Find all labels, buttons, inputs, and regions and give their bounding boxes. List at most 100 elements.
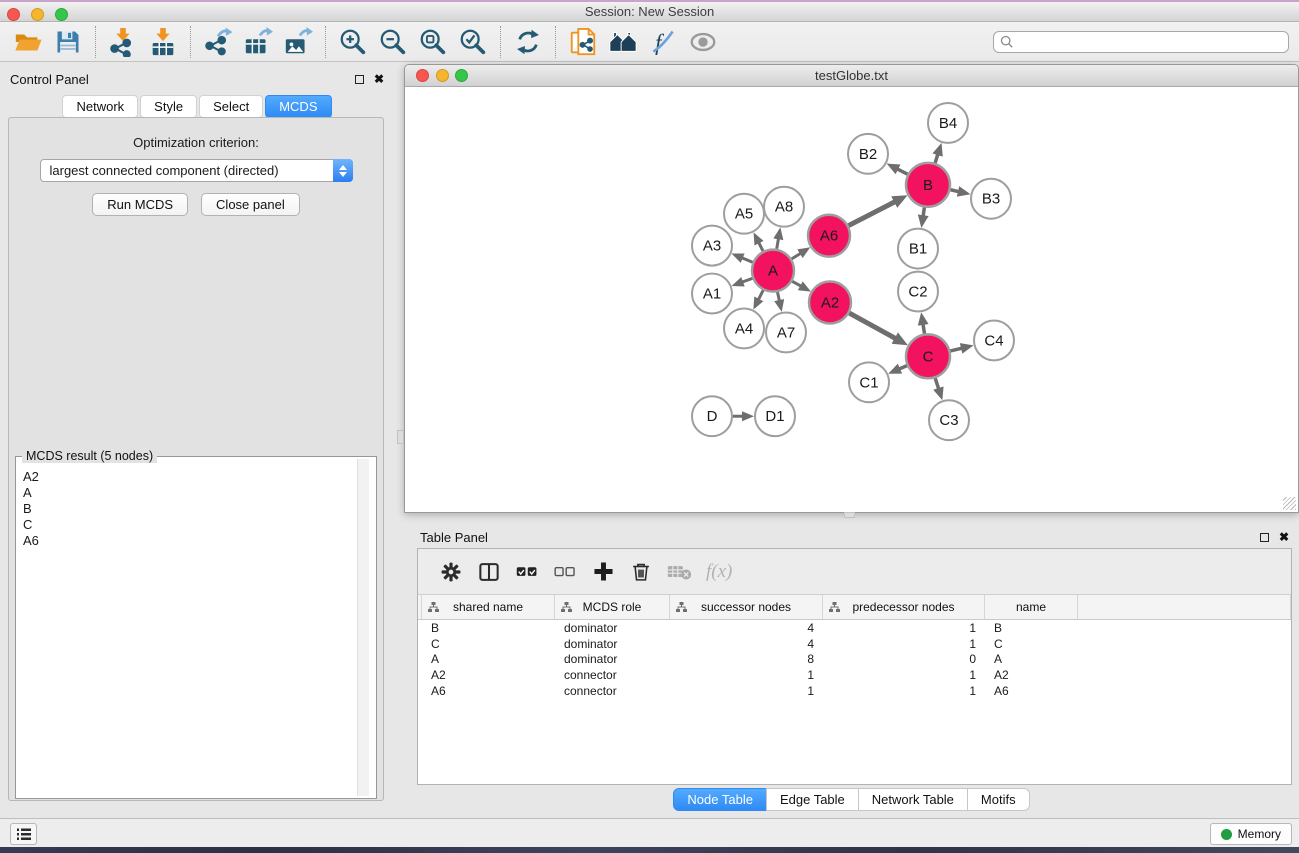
save-session-icon[interactable] [51,25,85,59]
clone-network-icon[interactable] [566,25,600,59]
minimize-network-window-button[interactable] [436,69,449,82]
zoom-window-button[interactable] [55,8,68,21]
table-panel-tabs: Node Table Edge Table Network Table Moti… [404,788,1299,811]
dropdown-stepper-icon [333,159,353,182]
zoom-in-icon[interactable] [336,25,370,59]
column-header-name[interactable]: name [985,595,1078,619]
svg-text:A3: A3 [703,238,721,255]
network-canvas[interactable]: AA1A2A3A4A5A6A7A8BB1B2B3B4CC1C2C3C4DD1 [405,87,1298,512]
column-header-empty [1078,595,1291,619]
desktop-wallpaper-strip [0,847,1299,853]
close-panel-button[interactable]: Close panel [201,193,300,216]
column-type-icon [428,602,439,612]
list-icon [17,828,31,841]
float-table-panel-icon[interactable] [1260,533,1269,542]
table-panel-title: Table Panel [420,530,488,545]
tab-edge-table[interactable]: Edge Table [766,788,859,811]
tab-network[interactable]: Network [62,95,138,118]
column-header-mcds-role[interactable]: MCDS role [555,595,670,619]
resize-grip-icon[interactable] [1283,497,1296,510]
svg-text:C2: C2 [908,284,927,301]
open-session-icon[interactable] [11,25,45,59]
export-image-icon[interactable] [281,25,315,59]
zoom-selected-icon[interactable] [456,25,490,59]
table-row[interactable]: A dominator 8 0 A [418,651,1291,667]
criterion-value: largest connected component (directed) [50,163,279,178]
table-row[interactable]: A6 connector 1 1 A6 [418,683,1291,699]
show-hide-icon[interactable] [686,25,720,59]
delete-columns-icon[interactable] [628,559,654,585]
svg-text:B3: B3 [982,191,1000,208]
close-window-button[interactable] [7,8,20,21]
app-title: Session: New Session [0,2,1299,21]
control-panel-tabs: Network Style Select MCDS [0,95,394,118]
refresh-layout-icon[interactable] [511,25,545,59]
result-item[interactable]: A [23,485,368,501]
horizontal-splitter-handle[interactable] [844,512,855,518]
tab-network-table[interactable]: Network Table [858,788,968,811]
search-icon [1000,35,1014,49]
toggle-graphics-details-icon[interactable]: f [646,25,680,59]
export-network-icon[interactable] [201,25,235,59]
svg-text:D1: D1 [765,408,784,425]
import-network-icon[interactable] [106,25,140,59]
memory-button[interactable]: Memory [1210,823,1292,845]
table-row[interactable]: C dominator 4 1 C [418,636,1291,652]
node-table-container: f(x) shared name MCDS role successor nod… [417,548,1292,785]
svg-text:A4: A4 [735,320,753,337]
status-bar: Memory [0,818,1299,847]
show-columns-icon[interactable] [476,559,502,585]
vertical-splitter-handle[interactable] [397,430,404,444]
import-table-icon[interactable] [146,25,180,59]
select-all-columns-icon[interactable] [514,559,540,585]
svg-text:C: C [923,348,934,365]
float-panel-icon[interactable] [355,75,364,84]
result-item[interactable]: B [23,501,368,517]
show-log-button[interactable] [10,823,37,845]
search-box[interactable] [993,31,1289,53]
close-table-panel-icon[interactable]: ✖ [1279,532,1289,542]
network-window-controls [416,69,468,82]
mcds-result-list[interactable]: A2 A B C A6 [16,457,376,549]
tab-motifs[interactable]: Motifs [967,788,1030,811]
table-settings-gear-icon[interactable] [438,559,464,585]
column-header-predecessor-nodes[interactable]: predecessor nodes [823,595,985,619]
tab-style[interactable]: Style [140,95,197,118]
network-window-titlebar[interactable]: testGlobe.txt [405,65,1298,87]
zoom-fit-icon[interactable] [416,25,450,59]
column-header-successor-nodes[interactable]: successor nodes [670,595,823,619]
table-row[interactable]: B dominator 4 1 B [418,620,1291,636]
mcds-panel-body: Optimization criterion: largest connecte… [8,117,384,801]
network-graph[interactable]: AA1A2A3A4A5A6A7A8BB1B2B3B4CC1C2C3C4DD1 [405,87,1298,512]
run-mcds-button[interactable]: Run MCDS [92,193,188,216]
result-item[interactable]: A6 [23,533,368,549]
table-toolbar: f(x) [418,549,1291,595]
result-scrollbar[interactable] [357,459,369,796]
svg-text:B4: B4 [939,115,957,132]
result-item[interactable]: A2 [23,469,368,485]
toolbar-separator [555,26,556,58]
toolbar-separator [190,26,191,58]
deselect-all-columns-icon[interactable] [552,559,578,585]
zoom-network-window-button[interactable] [455,69,468,82]
table-row[interactable]: A2 connector 1 1 A2 [418,667,1291,683]
result-item[interactable]: C [23,517,368,533]
table-body: B dominator 4 1 B C dominator 4 1 C A do… [418,620,1291,784]
tab-mcds[interactable]: MCDS [265,95,331,118]
control-panel-title: Control Panel [10,72,89,87]
network-view-window: testGlobe.txt AA1A2A3A4A5A6A7A8BB1B2B3B4… [404,64,1299,513]
tab-select[interactable]: Select [199,95,263,118]
zoom-out-icon[interactable] [376,25,410,59]
criterion-dropdown[interactable]: largest connected component (directed) [40,159,353,182]
column-header-shared-name[interactable]: shared name [422,595,555,619]
tab-node-table[interactable]: Node Table [673,788,767,811]
home-icon[interactable] [606,25,640,59]
search-input[interactable] [1019,35,1282,49]
optimization-criterion-label: Optimization criterion: [9,135,383,150]
close-panel-icon[interactable]: ✖ [374,74,384,84]
close-network-window-button[interactable] [416,69,429,82]
export-table-icon[interactable] [241,25,275,59]
svg-text:A8: A8 [775,199,793,216]
minimize-window-button[interactable] [31,8,44,21]
create-column-icon[interactable] [590,559,616,585]
